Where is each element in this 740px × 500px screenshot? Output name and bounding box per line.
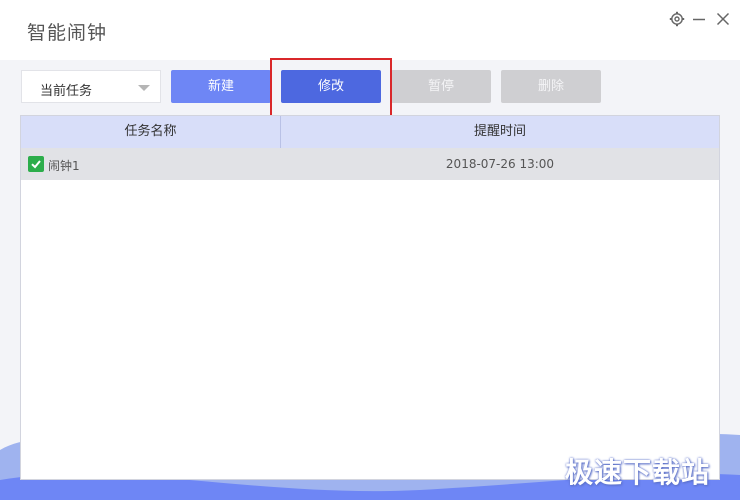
title-bar: 智能闹钟 — [0, 0, 740, 60]
column-header-time[interactable]: 提醒时间 — [281, 116, 719, 148]
pause-button[interactable]: 暂停 — [391, 70, 491, 103]
task-name-cell: 闹钟1 — [48, 159, 80, 173]
minimize-icon[interactable] — [689, 10, 709, 30]
task-table: 任务名称 提醒时间 闹钟1 2018-07-26 13:00 — [20, 115, 720, 480]
chevron-down-icon — [138, 85, 150, 91]
new-button[interactable]: 新建 — [171, 70, 271, 103]
delete-button[interactable]: 删除 — [501, 70, 601, 103]
column-header-name[interactable]: 任务名称 — [21, 116, 281, 148]
gear-icon[interactable] — [667, 10, 687, 30]
table-row[interactable]: 闹钟1 2018-07-26 13:00 — [21, 148, 719, 180]
close-icon[interactable] — [713, 10, 733, 30]
watermark-text: 极速下载站 — [565, 456, 711, 489]
row-checkbox[interactable] — [28, 156, 44, 172]
app-title: 智能闹钟 — [27, 22, 108, 44]
task-filter-value: 当前任务 — [40, 84, 93, 99]
task-filter-select[interactable]: 当前任务 — [21, 70, 161, 103]
table-header: 任务名称 提醒时间 — [21, 116, 719, 148]
edit-button[interactable]: 修改 — [281, 70, 381, 103]
reminder-time-cell: 2018-07-26 13:00 — [445, 157, 555, 171]
